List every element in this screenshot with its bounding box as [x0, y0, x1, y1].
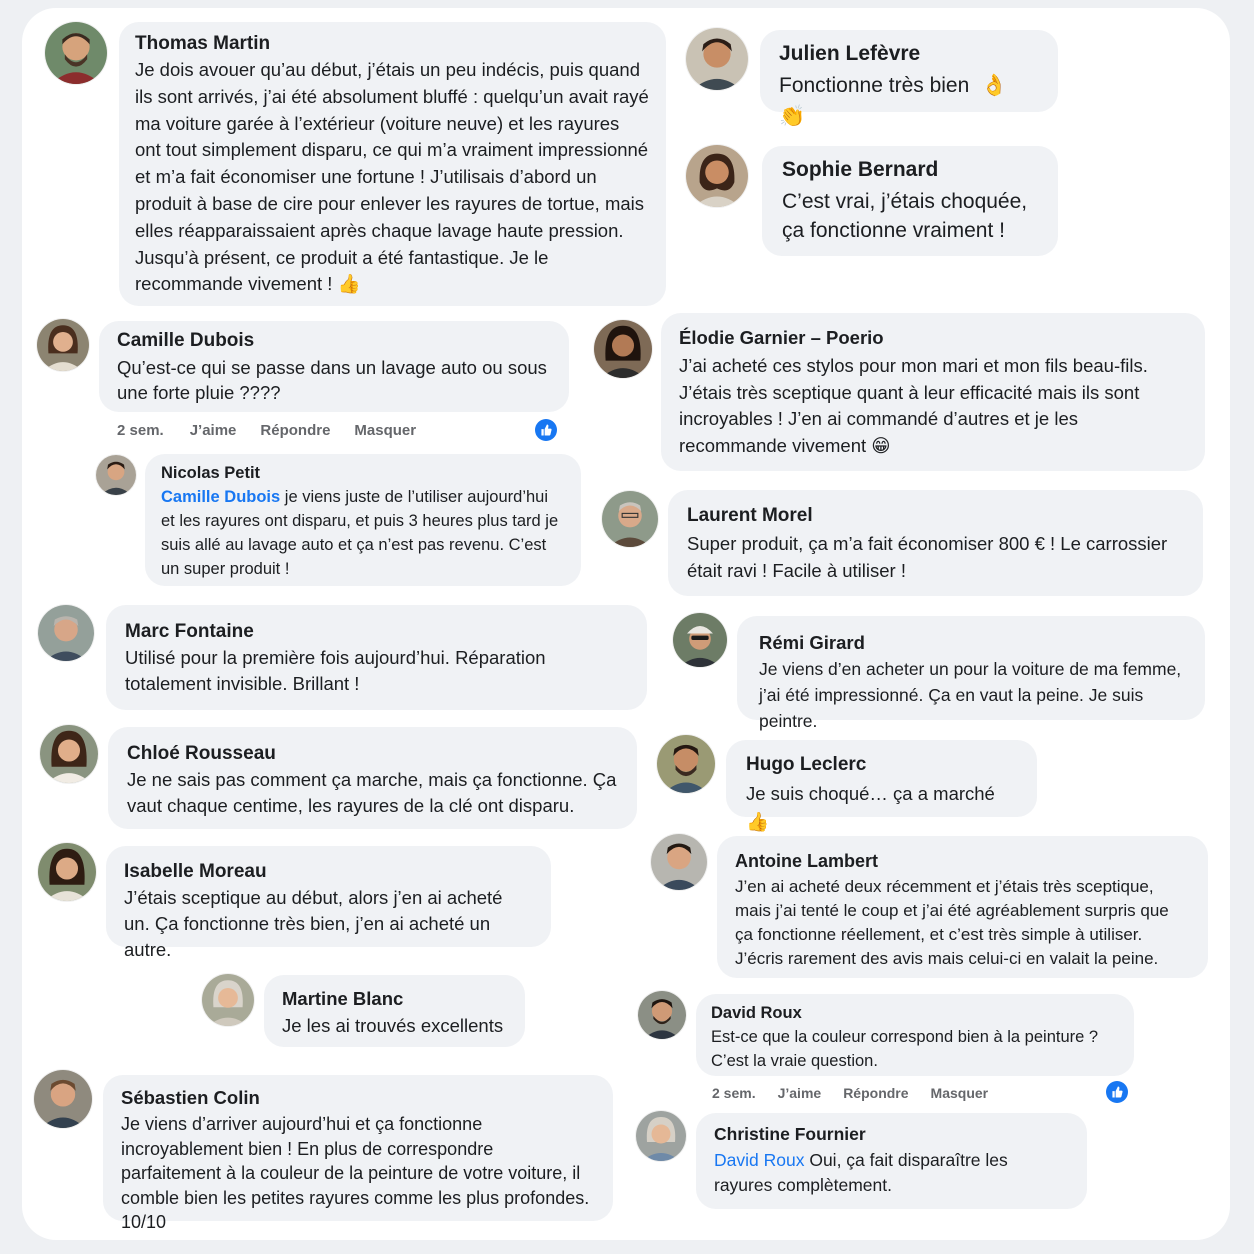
hide-link[interactable]: Masquer — [354, 422, 416, 439]
comment-author[interactable]: Élodie Garnier – Poerio — [679, 326, 1187, 350]
comment-bubble: Nicolas Petit Camille Dubois je viens ju… — [145, 454, 581, 586]
like-reaction-icon[interactable] — [1106, 1081, 1128, 1103]
comment-author[interactable]: David Roux — [711, 1002, 1119, 1024]
comment-author[interactable]: Martine Blanc — [282, 987, 507, 1011]
comment-time[interactable]: 2 sem. — [712, 1085, 756, 1101]
comment-text: Je suis choqué… ça a marché 👍 — [746, 783, 995, 833]
comment-bubble: Hugo Leclerc Je suis choqué… ça a marché… — [726, 740, 1037, 833]
comment-bubble: Antoine Lambert J’en ai acheté deux réce… — [717, 836, 1208, 978]
comment-text: Utilisé pour la première fois aujourd’hu… — [125, 647, 546, 694]
comment-actions: 2 sem. J’aime Répondre Masquer — [117, 422, 416, 439]
comment-bubble: Sophie Bernard C’est vrai, j’étais choqu… — [762, 146, 1058, 256]
avatar[interactable] — [202, 974, 254, 1026]
comment-text: C’est vrai, j’étais choquée, ça fonction… — [782, 190, 1028, 242]
comment-bubble: Martine Blanc Je les ai trouvés excellen… — [264, 975, 525, 1047]
comment-text: J’étais sceptique au début, alors j’en a… — [124, 887, 503, 960]
avatar[interactable] — [34, 1070, 92, 1128]
comment-time[interactable]: 2 sem. — [117, 422, 164, 439]
comment-text: J’en ai acheté deux récemment et j’étais… — [735, 877, 1169, 968]
comment-author[interactable]: Thomas Martin — [135, 32, 650, 56]
avatar[interactable] — [657, 735, 715, 793]
avatar[interactable] — [38, 605, 94, 661]
mention-link[interactable]: David Roux — [714, 1150, 804, 1170]
thumbs-up-emoji: 👍 — [746, 812, 770, 833]
comment-text: Super produit, ça m’a fait économiser 80… — [687, 533, 1168, 581]
comment-text: Qu’est-ce qui se passe dans un lavage au… — [117, 357, 547, 403]
comment-bubble: Julien Lefèvre Fonctionne très bien 👌 👏 — [760, 30, 1058, 128]
avatar[interactable] — [45, 22, 107, 84]
comment-bubble: Camille Dubois Qu’est-ce qui se passe da… — [99, 321, 569, 412]
comment-bubble: Isabelle Moreau J’étais sceptique au déb… — [106, 846, 551, 960]
comment-actions: 2 sem. J’aime Répondre Masquer — [712, 1085, 988, 1101]
comment-author[interactable]: Sébastien Colin — [121, 1086, 595, 1110]
comment-text: David Roux Oui, ça fait disparaître les … — [714, 1150, 1008, 1195]
comment-text: Camille Dubois je viens juste de l’utili… — [161, 488, 559, 578]
mention-link[interactable]: Camille Dubois — [161, 488, 280, 506]
comment-author[interactable]: Marc Fontaine — [125, 619, 628, 644]
reply-link[interactable]: Répondre — [260, 422, 330, 439]
avatar[interactable] — [673, 613, 727, 667]
avatar[interactable] — [37, 319, 89, 371]
reply-link[interactable]: Répondre — [843, 1085, 908, 1101]
comment-bubble: Marc Fontaine Utilisé pour la première f… — [106, 605, 647, 710]
comment-author[interactable]: Julien Lefèvre — [779, 41, 1039, 67]
like-reaction-icon[interactable] — [535, 419, 557, 441]
avatar[interactable] — [594, 320, 652, 378]
comment-bubble: Rémi Girard Je viens d’en acheter un pou… — [737, 616, 1205, 731]
avatar[interactable] — [686, 28, 748, 90]
avatar[interactable] — [38, 843, 96, 901]
thumbs-up-emoji: 👍 — [337, 274, 361, 296]
comment-text: Je viens d’en acheter un pour la voiture… — [759, 659, 1182, 731]
comment-bubble: Laurent Morel Super produit, ça m’a fait… — [668, 490, 1203, 596]
comment-text: Je dois avouer qu’au début, j’étais un p… — [135, 59, 649, 296]
comment-author[interactable]: Sophie Bernard — [782, 157, 1038, 183]
comment-author[interactable]: Laurent Morel — [687, 503, 1184, 528]
avatar[interactable] — [602, 491, 658, 547]
comment-bubble: David Roux Est-ce que la couleur corresp… — [696, 994, 1134, 1076]
comment-bubble: Christine Fournier David Roux Oui, ça fa… — [696, 1113, 1087, 1209]
comment-bubble: Élodie Garnier – Poerio J’ai acheté ces … — [661, 313, 1205, 471]
comment-author[interactable]: Chloé Rousseau — [127, 741, 618, 766]
comment-text: J’ai acheté ces stylos pour mon mari et … — [679, 355, 1148, 457]
comment-author[interactable]: Camille Dubois — [117, 329, 551, 353]
comment-text: Je ne sais pas comment ça marche, mais ç… — [127, 769, 617, 816]
comment-text: Je les ai trouvés excellents — [282, 1015, 504, 1036]
comment-author[interactable]: Christine Fournier — [714, 1123, 1069, 1146]
avatar[interactable] — [686, 145, 748, 207]
comment-bubble: Thomas Martin Je dois avouer qu’au début… — [119, 22, 666, 306]
comment-author[interactable]: Hugo Leclerc — [746, 752, 1017, 777]
comment-text: Fonctionne très bien 👌 👏 — [779, 73, 1008, 128]
comment-author[interactable]: Nicolas Petit — [161, 463, 565, 483]
avatar[interactable] — [96, 455, 136, 495]
comment-bubble: Chloé Rousseau Je ne sais pas comment ça… — [108, 727, 637, 829]
comment-author[interactable]: Antoine Lambert — [735, 849, 1190, 873]
comment-text: Est-ce que la couleur correspond bien à … — [711, 1028, 1099, 1070]
like-link[interactable]: J’aime — [778, 1085, 822, 1101]
grin-emoji: 😁 — [871, 435, 891, 457]
avatar[interactable] — [636, 1111, 686, 1161]
avatar[interactable] — [651, 834, 707, 890]
comment-author[interactable]: Isabelle Moreau — [124, 859, 533, 884]
comment-author[interactable]: Rémi Girard — [759, 630, 1183, 655]
avatar[interactable] — [40, 725, 98, 783]
like-link[interactable]: J’aime — [190, 422, 237, 439]
avatar[interactable] — [638, 991, 686, 1039]
comment-text: Je viens d’arriver aujourd’hui et ça fon… — [121, 1114, 590, 1232]
comment-bubble: Sébastien Colin Je viens d’arriver aujou… — [103, 1075, 613, 1232]
hide-link[interactable]: Masquer — [931, 1085, 989, 1101]
